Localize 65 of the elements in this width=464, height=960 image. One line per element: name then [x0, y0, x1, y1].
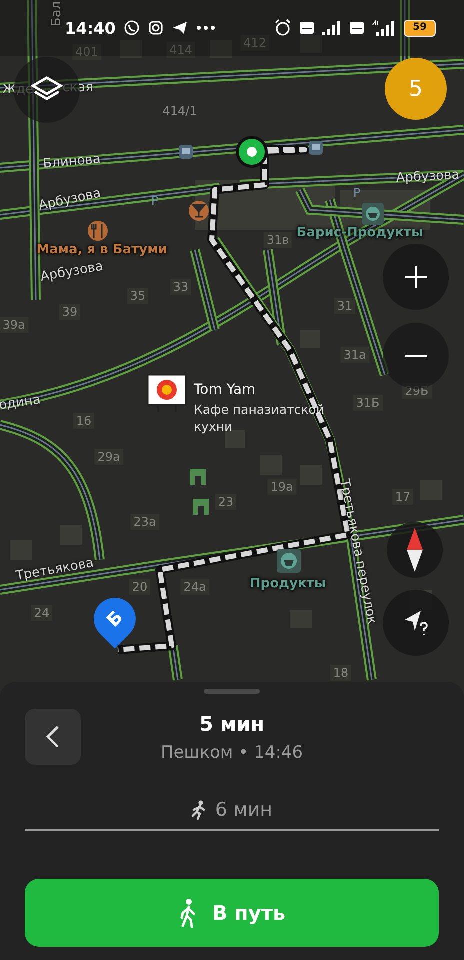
back-button[interactable]: [25, 709, 81, 765]
shopping-basket-icon: [277, 549, 301, 573]
building: [210, 40, 232, 58]
chevron-left-icon: [46, 725, 60, 749]
house-number: 414/1: [162, 104, 198, 118]
house-number: 29а: [94, 449, 124, 465]
house-number: 18: [330, 665, 352, 681]
shopping-basket-icon: [362, 203, 384, 225]
house-icon: [193, 499, 209, 515]
street-label: Третьякова: [14, 556, 96, 584]
drag-handle[interactable]: [204, 689, 260, 694]
street-label: ская: [62, 80, 94, 96]
paper-plane-icon: [172, 20, 188, 36]
more-icon: [196, 25, 216, 31]
cocktail-icon: [189, 201, 209, 221]
plus-icon: [404, 265, 428, 289]
house-number: 20: [129, 579, 151, 595]
street-label: Арбузова: [40, 259, 104, 285]
house-number: 31а: [340, 347, 370, 363]
cafe-sign-icon: [147, 374, 187, 413]
building: [120, 40, 142, 58]
camera-icon: [148, 20, 164, 36]
house-number: 33: [170, 279, 192, 295]
house-number: 39а: [0, 317, 28, 333]
house-number: 35: [127, 288, 149, 304]
house-number: 31Б: [353, 395, 383, 411]
street-label: Арбузова: [37, 186, 103, 214]
house-number: 31в: [264, 232, 292, 248]
house-number: 24а: [180, 579, 210, 595]
house-number: 16: [73, 413, 95, 429]
house-number: 19а: [268, 479, 296, 495]
house-number: 23а: [130, 514, 160, 530]
start-point-icon: [236, 136, 268, 168]
house-number: 24: [31, 605, 53, 621]
street-label: Блинова: [42, 152, 102, 172]
signal-icon: [322, 21, 342, 35]
route-mode-tab[interactable]: 6 мин: [25, 795, 439, 831]
restaurant-icon: [88, 221, 108, 241]
bus-stop-icon: [179, 145, 193, 159]
alarm-icon: [274, 19, 292, 37]
parking-label: P: [353, 186, 361, 200]
house-number: 31: [334, 298, 356, 314]
street-label: Бал: [50, 1, 64, 27]
place-name: Tom Yam: [194, 382, 257, 398]
compass-icon: [407, 528, 423, 572]
place-description: Кафе паназиатской кухни: [194, 401, 326, 435]
house-number: 39: [59, 304, 81, 320]
route-details: Пешком • 14:46: [160, 742, 304, 765]
place-label: Продукты: [250, 576, 326, 592]
mobile-data-signal-icon: [372, 20, 396, 36]
bus-stop-icon: [309, 141, 323, 155]
building: [300, 35, 322, 53]
phone-chat-icon: [124, 20, 140, 36]
street-label: Арбузова: [396, 168, 460, 186]
house-icon: [190, 469, 206, 485]
battery-indicator: 59: [404, 20, 436, 36]
volte-icon: [300, 21, 314, 35]
route-duration: 5 мин: [199, 711, 265, 738]
minus-icon: [405, 354, 427, 358]
running-person-icon: [191, 800, 208, 820]
house-number: 23: [215, 494, 237, 510]
status-time: 14:40: [65, 18, 116, 38]
volte-icon: [350, 21, 364, 35]
street-label: Жде: [2, 82, 34, 98]
house-number: 17: [392, 489, 414, 505]
